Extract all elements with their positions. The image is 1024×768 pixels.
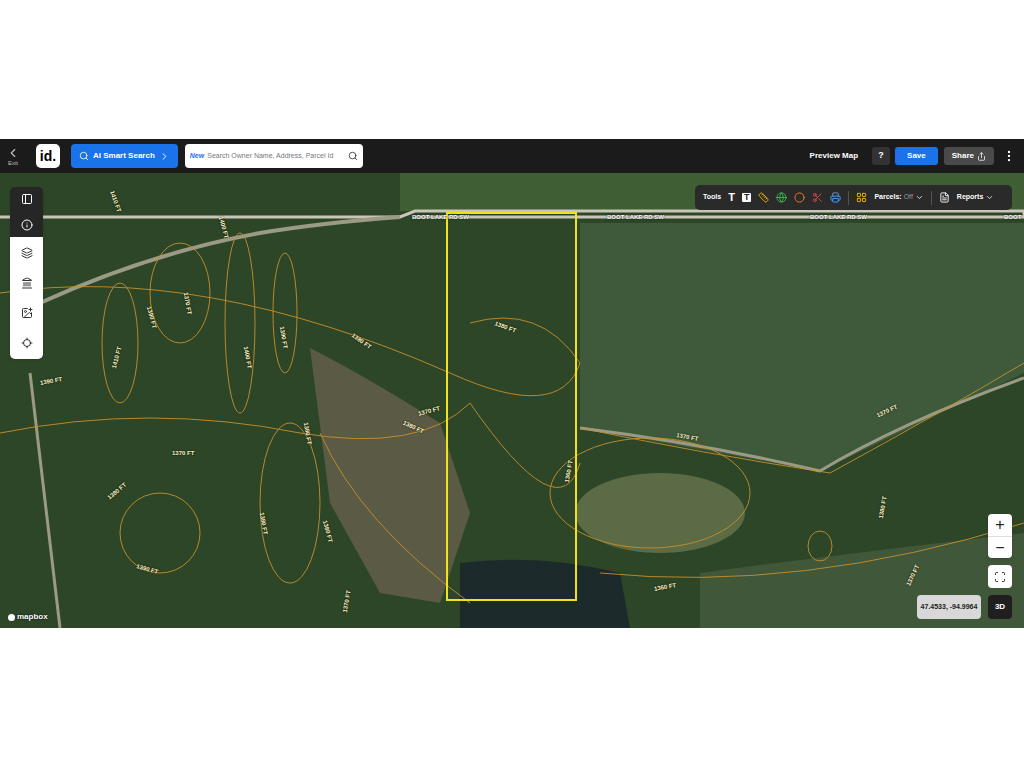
coordinates: 47.4533, -94.9964 — [917, 595, 981, 619]
new-badge: New — [190, 151, 204, 162]
app: Exit id. AI Smart Search NewSearch Owner Na… — [0, 0, 1024, 768]
share-button[interactable]: Share — [944, 147, 994, 165]
image-icon[interactable] — [21, 307, 33, 319]
map[interactable]: BOOT LAKE RD SW BOOT LAKE RD SW BOOT LAKE … — [0, 173, 1024, 628]
road-label: BOOT LAKE RD SW — [810, 213, 867, 222]
road-label: BOOT — [1004, 213, 1021, 222]
ai-search-button[interactable]: AI Smart Search — [71, 144, 178, 168]
road-label: BOOT LAKE RD SW — [607, 213, 664, 222]
parcels-icon[interactable] — [856, 192, 867, 203]
mapbox-attribution: mapbox — [8, 611, 48, 623]
share-icon — [977, 152, 986, 161]
globe-icon[interactable] — [776, 192, 787, 203]
circle-icon[interactable] — [794, 192, 805, 203]
zoom-in-button[interactable]: + — [988, 514, 1012, 536]
zoom-out-button[interactable]: − — [988, 536, 1012, 558]
ruler-icon[interactable] — [758, 192, 769, 203]
chevron-down-icon — [985, 193, 994, 202]
search-field[interactable]: NewSearch Owner Name, Address, Parcel Id — [185, 144, 363, 168]
layers-icon[interactable] — [21, 247, 33, 259]
building-icon[interactable] — [21, 277, 33, 289]
search-icon — [79, 151, 89, 161]
top-spacer — [0, 0, 1024, 139]
exit-button[interactable]: Exit — [4, 146, 22, 167]
header-bar: Exit id. AI Smart Search NewSearch Owner Na… — [0, 139, 1024, 173]
scan-icon — [994, 571, 1006, 583]
locate-icon[interactable] — [21, 337, 33, 349]
chevron-down-icon — [915, 193, 924, 202]
chevron-right-icon — [159, 151, 170, 162]
text-tool[interactable]: T — [728, 192, 735, 203]
reports-dropdown[interactable]: Reports — [957, 192, 994, 203]
fit-button[interactable] — [988, 565, 1012, 588]
search-icon — [348, 151, 358, 161]
save-button[interactable]: Save — [895, 147, 938, 165]
scissors-icon[interactable] — [812, 192, 823, 203]
panel-icon[interactable] — [21, 193, 33, 205]
mapbox-logo-icon — [8, 614, 15, 621]
bottom-spacer — [0, 628, 1024, 768]
back-icon — [6, 146, 20, 160]
satellite-imagery — [0, 173, 1024, 628]
3d-button[interactable]: 3D — [988, 595, 1012, 619]
preview-map-button[interactable]: Preview Map — [810, 150, 858, 162]
road-label: BOOT LAKE RD SW — [412, 213, 469, 222]
side-toolbar — [10, 187, 43, 359]
logo[interactable]: id. — [36, 144, 60, 168]
info-icon[interactable] — [21, 219, 33, 231]
help-button[interactable]: ? — [872, 147, 890, 165]
map-toolbar: ToolsTTParcels: OffReports — [695, 185, 1012, 210]
reports-icon[interactable] — [939, 192, 950, 203]
zoom-controls: +− — [988, 514, 1012, 558]
text-box-tool[interactable]: T — [742, 193, 752, 202]
contour-label: 1370 FT — [172, 449, 194, 458]
parcels-dropdown[interactable]: Parcels: Off — [874, 192, 923, 203]
more-icon[interactable] — [1002, 149, 1016, 163]
printer-icon[interactable] — [830, 192, 841, 203]
